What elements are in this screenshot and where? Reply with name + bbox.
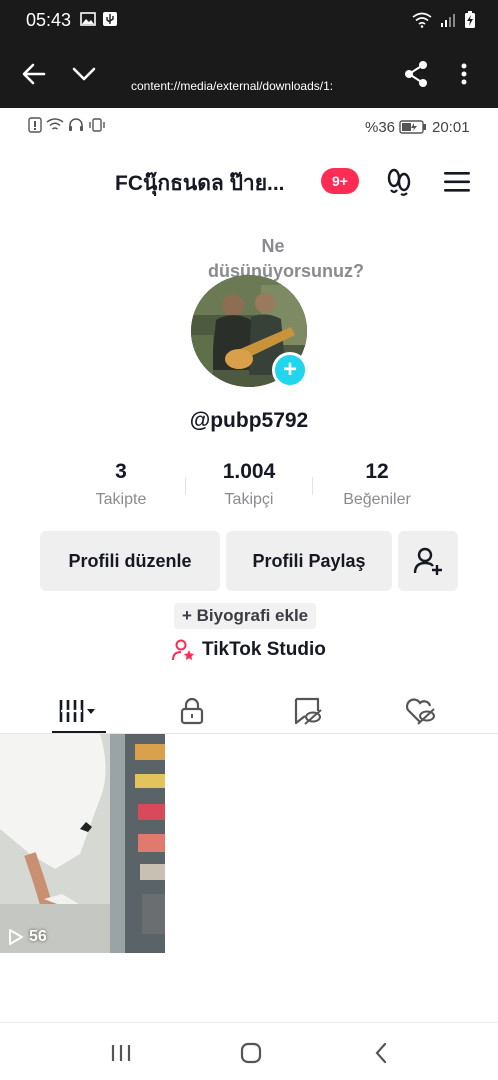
liked-hidden-icon <box>405 698 435 725</box>
notification-badge[interactable]: 9+ <box>321 168 359 194</box>
tiktok-studio-link[interactable]: TikTok Studio <box>172 639 326 661</box>
menu-icon[interactable] <box>443 170 471 194</box>
tiktok-studio-label: TikTok Studio <box>202 639 326 660</box>
share-icon[interactable] <box>403 60 429 88</box>
active-tab-indicator <box>52 731 106 733</box>
profile-tabs <box>0 688 498 734</box>
videos-grid-icon <box>59 700 95 722</box>
home-button[interactable] <box>236 1039 266 1067</box>
tab-videos[interactable] <box>17 688 141 734</box>
video-thumbnail-image <box>0 734 165 953</box>
tab-private[interactable] <box>130 688 254 734</box>
headset-icon <box>69 118 83 131</box>
stat-likes-value: 12 <box>365 460 389 483</box>
back-arrow-icon[interactable] <box>20 60 48 88</box>
system-right-icons <box>412 11 476 29</box>
battery-charging-icon <box>465 11 475 28</box>
system-left-icons <box>80 11 118 27</box>
username: @pubp5792 <box>189 409 309 432</box>
stat-following[interactable]: 3 Takipte <box>66 460 176 509</box>
video-thumbnail[interactable]: 56 <box>0 734 165 953</box>
video-views-label: 56 <box>29 928 47 945</box>
back-button[interactable] <box>366 1039 396 1067</box>
add-avatar-button[interactable]: + <box>272 352 308 388</box>
add-user-icon <box>413 547 442 575</box>
back-chevron-icon <box>375 1042 387 1064</box>
stat-followers-value: 1.004 <box>222 460 276 483</box>
stat-divider <box>185 477 186 495</box>
lock-icon <box>180 697 204 725</box>
stat-following-value: 3 <box>115 460 127 483</box>
play-icon <box>9 929 23 945</box>
inner-status-bar: %36 20:01 <box>0 108 498 144</box>
inner-time: 20:01 <box>432 119 470 136</box>
wifi-icon <box>412 12 432 28</box>
system-time: 05:43 <box>26 10 72 30</box>
system-status-bar: 05:43 <box>0 0 498 40</box>
stat-followers-label: Takipçi <box>224 491 274 508</box>
footprint-icon[interactable] <box>385 168 413 196</box>
battery-icon <box>399 120 426 134</box>
edit-profile-button[interactable]: Profili düzenle <box>40 531 220 591</box>
tab-reposts[interactable] <box>246 688 370 734</box>
more-vertical-icon[interactable] <box>452 60 476 88</box>
viewer-toolbar: content://media/external/downloads/1: <box>0 40 498 108</box>
gallery-icon <box>80 12 96 26</box>
stat-following-label: Takipte <box>95 491 147 508</box>
recent-apps-icon <box>111 1045 131 1061</box>
stat-divider <box>312 477 313 495</box>
note-bubble[interactable]: Ne düşünüyorsunuz? <box>208 234 364 284</box>
home-icon <box>240 1042 262 1064</box>
chevron-down-icon[interactable] <box>70 60 98 88</box>
add-bio-button[interactable]: + Biyografi ekle <box>174 603 317 629</box>
vibrate-icon <box>89 118 105 132</box>
usb-icon <box>103 12 117 26</box>
wifi-icon <box>46 118 64 130</box>
viewer-url: content://media/external/downloads/1: <box>131 79 334 93</box>
battery-percent: %36 <box>365 119 396 136</box>
add-friend-button[interactable] <box>398 531 458 591</box>
android-nav-bar <box>0 1022 498 1080</box>
share-profile-button[interactable]: Profili Paylaş <box>226 531 392 591</box>
stat-likes-label: Beğeniler <box>343 491 411 508</box>
video-view-count: 56 <box>8 928 47 946</box>
repost-hidden-icon <box>294 697 322 725</box>
recent-apps-button[interactable] <box>106 1039 136 1067</box>
stat-followers[interactable]: 1.004 Takipçi <box>194 460 304 509</box>
alert-icon <box>28 117 42 133</box>
tab-liked[interactable] <box>358 688 482 734</box>
studio-user-star-icon <box>172 639 194 661</box>
signal-icon <box>441 14 455 27</box>
stat-likes[interactable]: 12 Beğeniler <box>322 460 432 509</box>
profile-display-name[interactable]: FCนุ๊กธนดล ป๊าย... <box>115 167 285 200</box>
inner-status-icons <box>28 117 106 133</box>
